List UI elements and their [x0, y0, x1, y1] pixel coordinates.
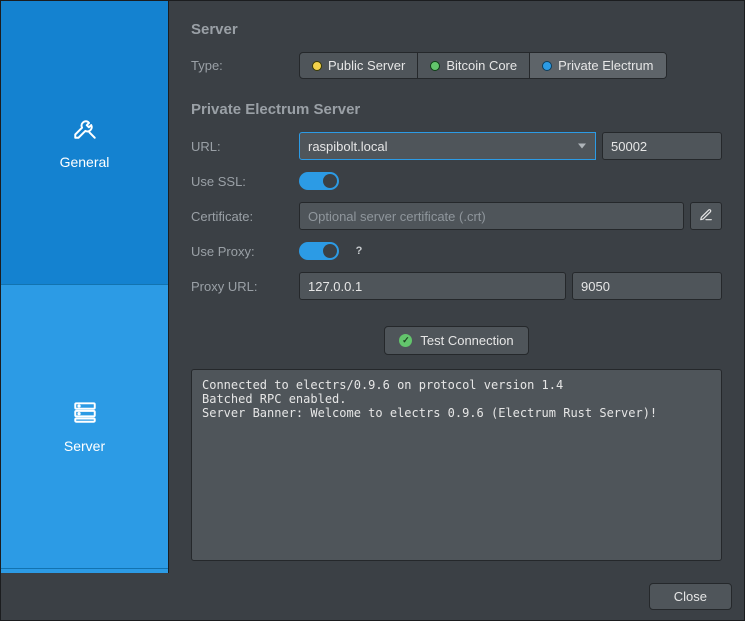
type-option-public-server[interactable]: Public Server — [300, 53, 418, 78]
use-ssl-toggle[interactable] — [299, 172, 339, 190]
toggle-knob — [323, 244, 337, 258]
sidebar: General Server — [1, 1, 169, 573]
url-host-input[interactable] — [299, 132, 596, 160]
type-segmented: Public Server Bitcoin Core Private Elect… — [299, 52, 667, 79]
sidebar-item-server[interactable]: Server — [1, 285, 168, 569]
type-option-label: Public Server — [328, 58, 405, 73]
content-panel: Server Type: Public Server Bitcoin Core … — [169, 1, 744, 573]
help-icon[interactable]: ? — [351, 243, 367, 259]
row-use-proxy: Use Proxy: ? — [191, 242, 722, 260]
sidebar-item-label: Server — [64, 438, 105, 454]
sidebar-item-label: General — [60, 154, 110, 170]
server-icon — [72, 399, 98, 428]
check-circle-icon: ✓ — [399, 334, 412, 347]
footer: Close — [1, 573, 744, 620]
use-proxy-label: Use Proxy: — [191, 244, 299, 259]
row-certificate: Certificate: — [191, 202, 722, 230]
settings-window: General Server Server Type: — [0, 0, 745, 621]
dot-icon-green — [430, 61, 440, 71]
url-label: URL: — [191, 139, 299, 154]
close-button-label: Close — [674, 589, 707, 604]
dot-icon-blue — [542, 61, 552, 71]
row-url: URL: — [191, 132, 722, 160]
window-body: General Server Server Type: — [1, 1, 744, 573]
edit-icon — [699, 208, 713, 225]
certificate-browse-button[interactable] — [690, 202, 722, 230]
type-label: Type: — [191, 58, 299, 73]
use-proxy-toggle[interactable] — [299, 242, 339, 260]
tools-icon — [72, 115, 98, 144]
toggle-knob — [323, 174, 337, 188]
test-connection-label: Test Connection — [420, 333, 513, 348]
type-option-label: Bitcoin Core — [446, 58, 517, 73]
proxy-url-label: Proxy URL: — [191, 279, 299, 294]
proxy-port-input[interactable] — [572, 272, 722, 300]
row-use-ssl: Use SSL: — [191, 172, 722, 190]
type-option-bitcoin-core[interactable]: Bitcoin Core — [418, 53, 530, 78]
type-option-label: Private Electrum — [558, 58, 653, 73]
proxy-host-input[interactable] — [299, 272, 566, 300]
type-option-private-electrum[interactable]: Private Electrum — [530, 53, 665, 78]
row-type: Type: Public Server Bitcoin Core Private… — [191, 52, 722, 79]
certificate-input[interactable] — [299, 202, 684, 230]
url-port-input[interactable] — [602, 132, 722, 160]
sidebar-item-general[interactable]: General — [1, 1, 168, 285]
row-test-connection: ✓ Test Connection — [191, 326, 722, 355]
url-host-dropdown-wrap — [299, 132, 596, 160]
connection-log[interactable]: Connected to electrs/0.9.6 on protocol v… — [191, 369, 722, 561]
section-heading-server: Server — [191, 21, 722, 38]
use-ssl-label: Use SSL: — [191, 174, 299, 189]
certificate-label: Certificate: — [191, 209, 299, 224]
section-heading-private-electrum: Private Electrum Server — [191, 101, 722, 118]
dot-icon-yellow — [312, 61, 322, 71]
row-proxy-url: Proxy URL: — [191, 272, 722, 300]
close-button[interactable]: Close — [649, 583, 732, 610]
test-connection-button[interactable]: ✓ Test Connection — [384, 326, 528, 355]
